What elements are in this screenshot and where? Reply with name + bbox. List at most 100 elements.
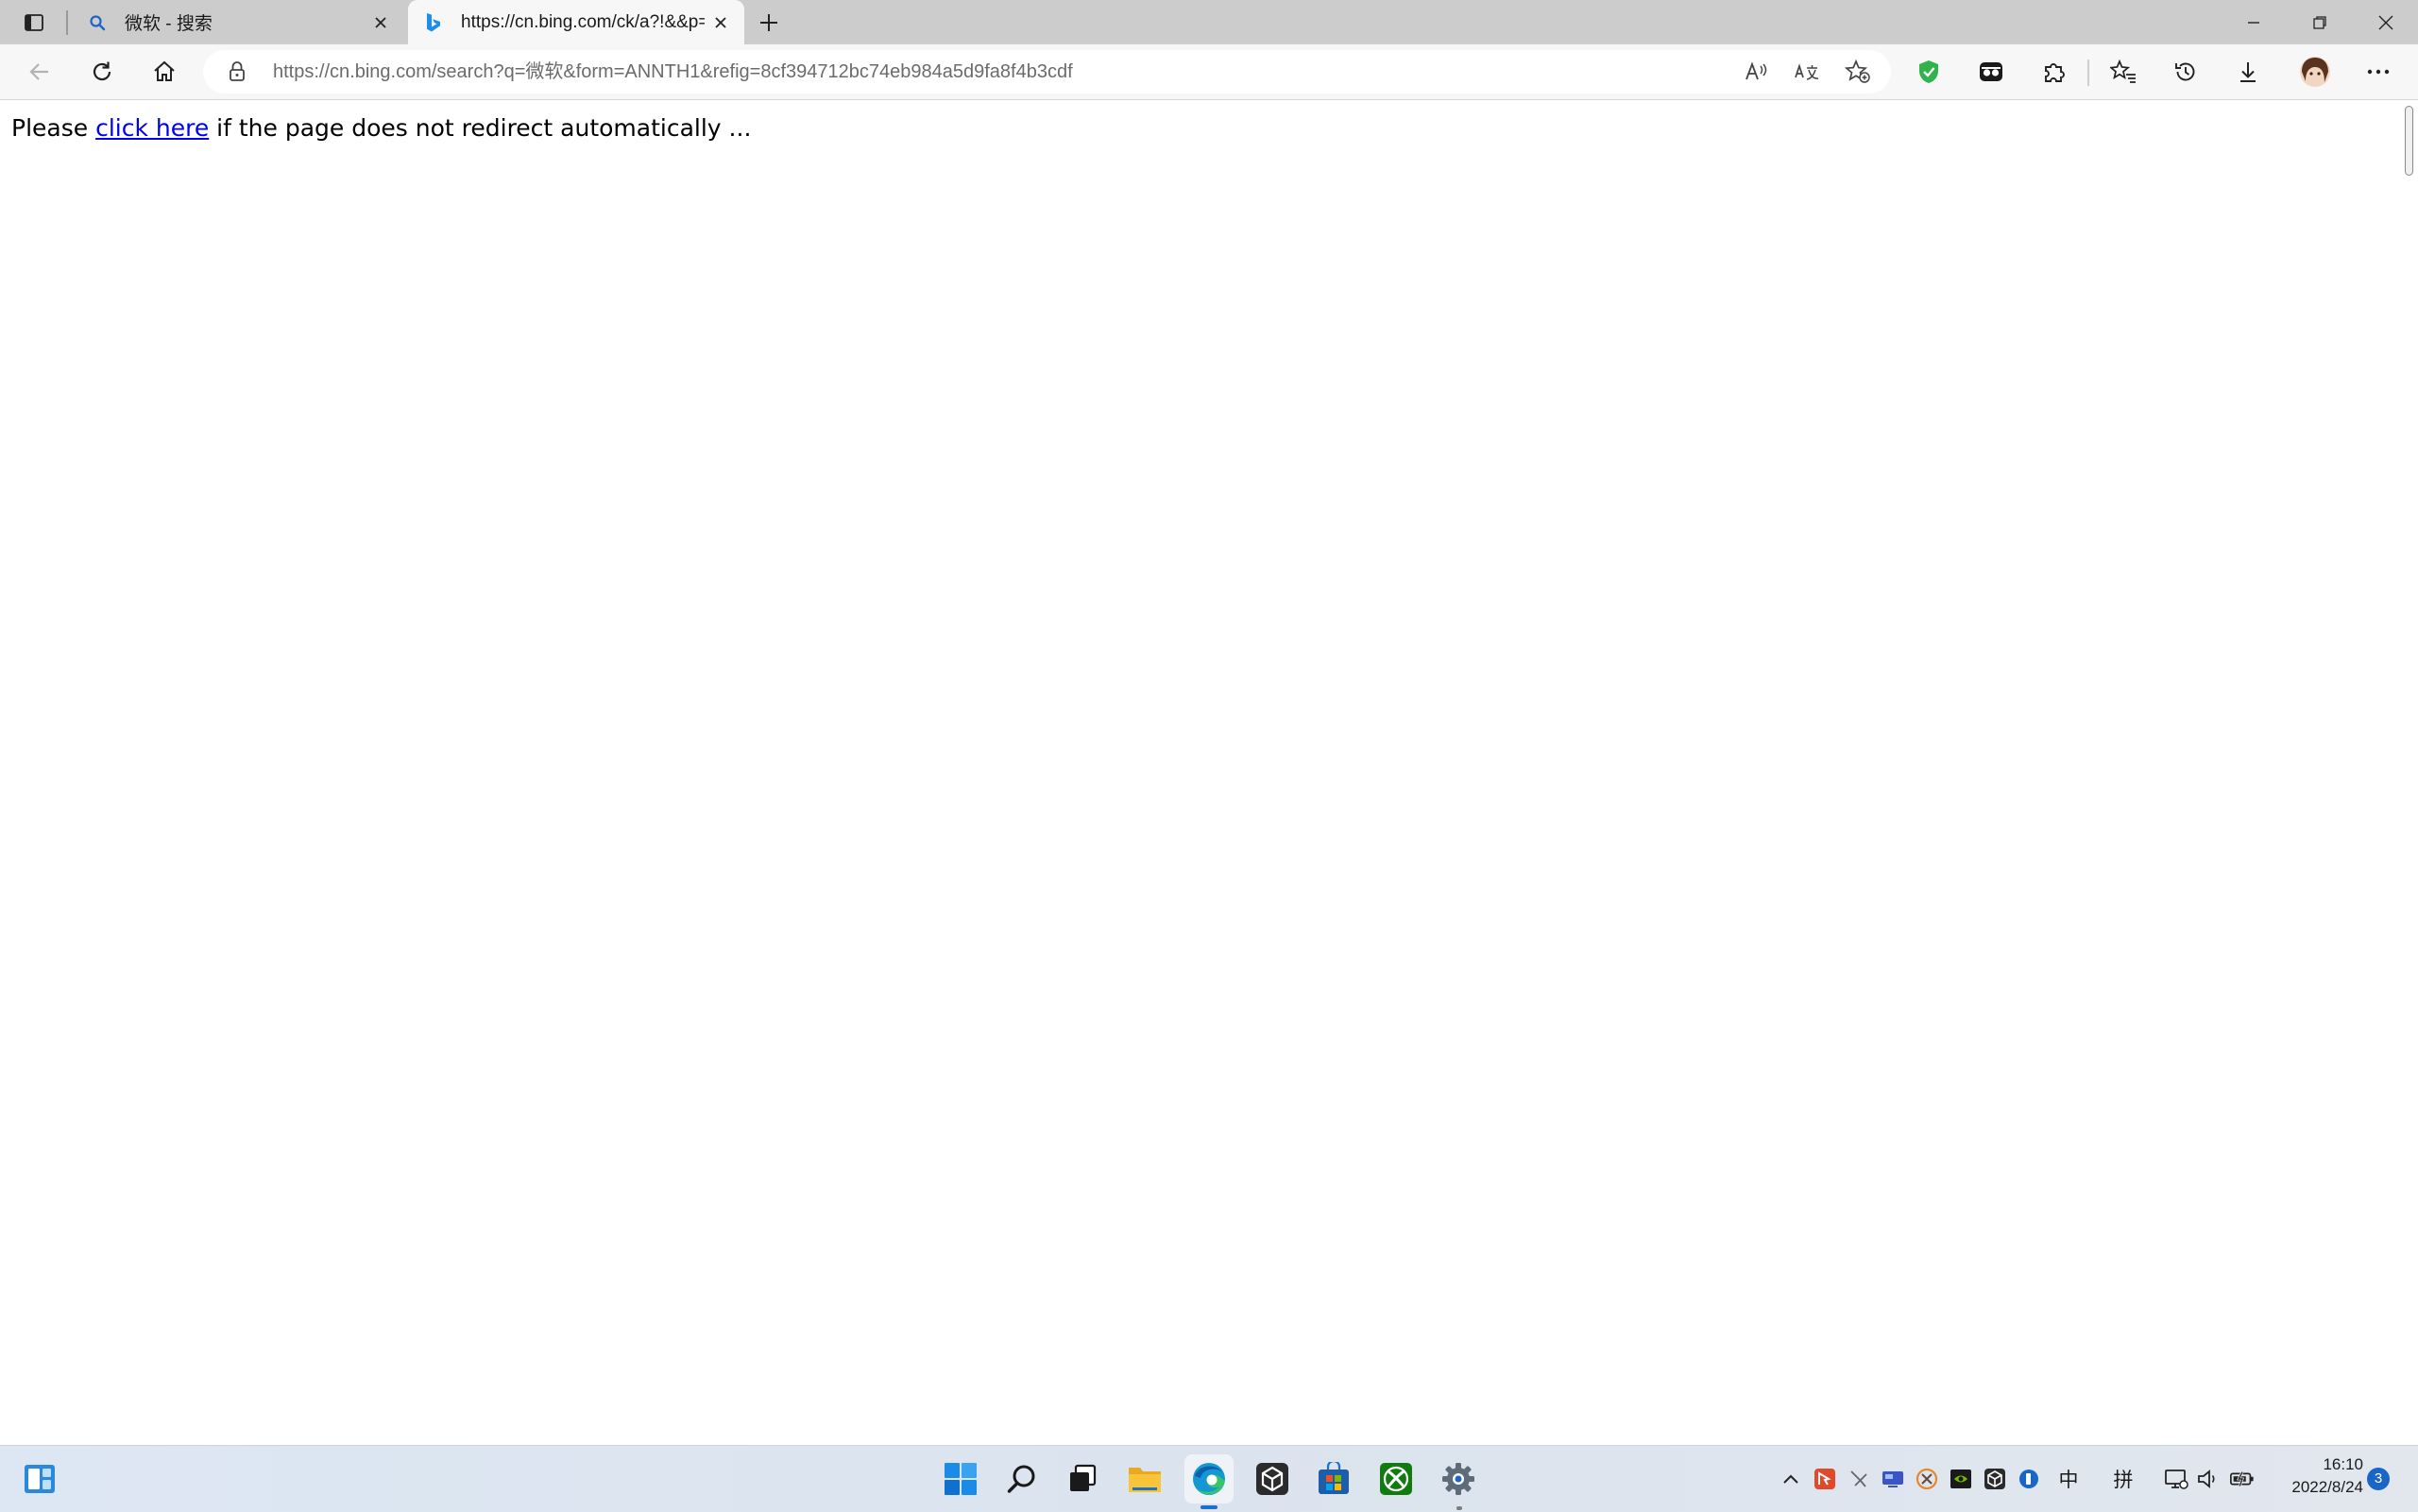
tab-close-button[interactable] [365, 7, 397, 39]
display-app-icon [1881, 1468, 1905, 1490]
tab-title: 微软 - 搜索 [125, 14, 213, 34]
favorites-button[interactable] [2104, 55, 2142, 89]
task-view-icon [1066, 1463, 1098, 1495]
widgets-icon [23, 1462, 57, 1496]
redirect-message: Please click here if the page does not r… [11, 113, 751, 144]
clock-date: 2022/8/24 [2291, 1478, 2363, 1496]
downloads-button[interactable] [2229, 55, 2267, 89]
tab-close-button[interactable] [705, 7, 737, 39]
refresh-icon [90, 59, 114, 84]
tray-app-nvidia[interactable] [1948, 1466, 1974, 1492]
address-url[interactable]: https://cn.bing.com/search?q=微软&form=ANN… [273, 50, 1073, 93]
read-aloud-button[interactable] [1738, 55, 1776, 89]
avatar [2299, 56, 2331, 88]
settings-button[interactable] [1434, 1454, 1483, 1504]
tray-app-unity[interactable] [1982, 1466, 2008, 1492]
microsoft-store-icon [1317, 1462, 1351, 1496]
microsoft-store-button[interactable] [1309, 1454, 1358, 1504]
tab-strip: 微软 - 搜索 https://cn.bing.com/ck/a?!&&p= [0, 0, 2418, 44]
translate-button[interactable] [1788, 55, 1826, 89]
task-view-button[interactable] [1058, 1454, 1107, 1504]
notification-badge[interactable]: 3 [2367, 1468, 2390, 1490]
minimize-button[interactable] [2223, 0, 2284, 44]
widgets-button[interactable] [15, 1454, 64, 1504]
tab-title: https://cn.bing.com/ck/a?!&&p= [461, 11, 705, 32]
more-icon [2366, 68, 2391, 76]
history-button[interactable] [2167, 55, 2205, 89]
restore-button[interactable] [2290, 0, 2350, 44]
tab-actions-icon [24, 12, 44, 33]
settings-and-more-button[interactable] [2359, 55, 2397, 89]
shield-check-icon [1916, 59, 1941, 85]
home-button[interactable] [145, 55, 183, 89]
xbox-button[interactable] [1371, 1454, 1421, 1504]
nvidia-icon [1950, 1468, 1972, 1490]
start-icon [944, 1462, 978, 1496]
tray-app-red[interactable] [1812, 1466, 1838, 1492]
network-icon[interactable] [2163, 1466, 2189, 1492]
ime-mode-indicator[interactable]: 拼 [2110, 1466, 2137, 1492]
incognito-extension-button[interactable] [1972, 55, 2010, 89]
incognito-icon [1978, 59, 2004, 84]
profile-button[interactable] [2296, 55, 2334, 89]
close-icon [2377, 14, 2394, 31]
close-window-button[interactable] [2356, 0, 2416, 44]
search-icon [85, 10, 110, 35]
unity-icon [1984, 1468, 2006, 1490]
refresh-button[interactable] [83, 55, 121, 89]
scrollbar-thumb[interactable] [2405, 106, 2413, 176]
file-explorer-button[interactable] [1120, 1454, 1169, 1504]
home-icon [152, 59, 177, 84]
start-button[interactable] [936, 1454, 985, 1504]
edge-icon [1191, 1461, 1227, 1497]
adblock-extension-button[interactable] [1910, 55, 1948, 89]
taskbar: 中 拼 16:10 2022/8/24 3 [0, 1445, 2418, 1512]
settings-icon [1440, 1461, 1476, 1497]
click-here-link[interactable]: click here [95, 114, 209, 142]
file-explorer-icon [1127, 1463, 1163, 1495]
tray-app-display[interactable] [1880, 1466, 1906, 1492]
history-icon [2173, 59, 2198, 84]
new-tab-button[interactable] [752, 6, 786, 40]
message-suffix: if the page does not redirect automatica… [209, 114, 752, 142]
tab-bing-redirect[interactable]: https://cn.bing.com/ck/a?!&&p= [408, 0, 744, 44]
tray-app-pen[interactable] [1846, 1466, 1872, 1492]
browser-toolbar: https://cn.bing.com/search?q=微软&form=ANN… [0, 44, 2418, 100]
add-favorite-button[interactable] [1839, 55, 1877, 89]
puzzle-icon [2041, 59, 2066, 84]
search-icon [1006, 1463, 1038, 1495]
red-app-icon [1814, 1468, 1836, 1490]
toolbar-separator [2087, 59, 2089, 86]
orange-app-icon [1916, 1468, 1938, 1490]
address-bar[interactable]: https://cn.bing.com/search?q=微软&form=ANN… [203, 50, 1891, 93]
star-add-icon [1845, 59, 1871, 84]
page-content: Please click here if the page does not r… [0, 100, 2401, 1445]
edge-button[interactable] [1184, 1454, 1234, 1504]
battery-icon[interactable] [2229, 1466, 2256, 1492]
active-app-indicator [1200, 1505, 1218, 1509]
tray-app-orange[interactable] [1914, 1466, 1940, 1492]
tab-actions-button[interactable] [17, 8, 51, 37]
volume-icon[interactable] [2195, 1466, 2222, 1492]
message-prefix: Please [11, 114, 96, 142]
back-button[interactable] [21, 55, 59, 89]
tab-separator [66, 10, 68, 35]
restore-icon [2312, 15, 2327, 30]
vertical-scrollbar[interactable] [2401, 100, 2418, 1445]
download-icon [2236, 59, 2260, 84]
pen-icon [1848, 1468, 1870, 1490]
plus-icon [758, 12, 779, 33]
xbox-icon [1379, 1462, 1413, 1496]
read-aloud-icon [1745, 60, 1769, 83]
tray-app-blue[interactable] [2016, 1466, 2042, 1492]
taskbar-search-button[interactable] [997, 1454, 1047, 1504]
extensions-button[interactable] [2035, 55, 2072, 89]
blue-app-icon [2018, 1468, 2040, 1490]
show-hidden-icons-button[interactable] [1778, 1466, 1804, 1492]
arrow-left-icon [27, 59, 52, 84]
ime-language-indicator[interactable]: 中 [2055, 1466, 2082, 1492]
favorites-icon [2110, 59, 2137, 84]
system-clock[interactable]: 16:10 2022/8/24 [2265, 1453, 2363, 1499]
tab-search-results[interactable]: 微软 - 搜索 [72, 0, 404, 44]
unity-hub-button[interactable] [1248, 1454, 1297, 1504]
